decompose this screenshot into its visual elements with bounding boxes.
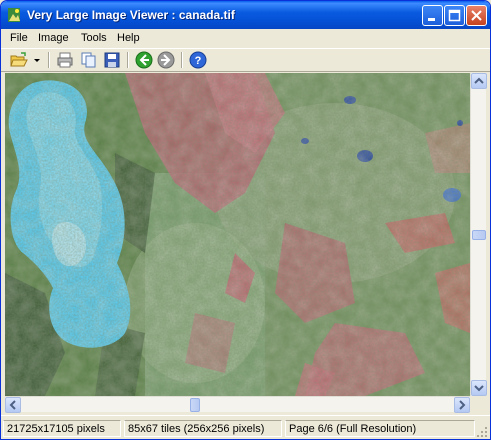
chevron-up-icon [474, 77, 484, 84]
print-button[interactable] [56, 51, 74, 69]
menu-bar: File Image Tools Help [1, 29, 490, 48]
chevron-right-icon [459, 400, 466, 410]
minimize-button[interactable] [422, 5, 443, 26]
copy-button[interactable] [80, 51, 98, 69]
back-button[interactable] [135, 51, 153, 69]
close-button[interactable] [466, 5, 487, 26]
scroll-down-button[interactable] [471, 380, 487, 396]
dropdown-arrow-icon [34, 59, 40, 62]
chevron-left-icon [9, 400, 16, 410]
menu-file[interactable]: File [10, 32, 28, 44]
status-bar: 21725x17105 pixels 85x67 tiles (256x256 … [1, 415, 490, 439]
menu-image[interactable]: Image [38, 32, 69, 44]
scroll-left-button[interactable] [5, 397, 21, 413]
satellite-image [5, 73, 470, 396]
save-button[interactable] [103, 51, 121, 69]
toolbar: ? [1, 48, 490, 72]
open-button[interactable] [10, 51, 28, 69]
copy-icon [81, 52, 96, 68]
horizontal-scroll-thumb[interactable] [190, 398, 200, 412]
close-icon [471, 10, 482, 21]
open-folder-icon [10, 52, 28, 67]
back-icon [135, 51, 153, 69]
status-dimensions: 21725x17105 pixels [3, 420, 121, 437]
minimize-icon [428, 18, 435, 21]
resize-grip-icon[interactable] [476, 426, 488, 438]
save-icon [104, 52, 120, 68]
image-viewport[interactable] [5, 73, 470, 396]
viewer-app-icon [8, 8, 20, 22]
print-icon [57, 52, 73, 68]
chevron-down-icon [474, 385, 484, 392]
scrollbar-corner [470, 396, 486, 412]
scroll-right-button[interactable] [454, 397, 470, 413]
help-icon: ? [189, 51, 207, 69]
forward-button[interactable] [157, 51, 175, 69]
status-page: Page 6/6 (Full Resolution) [285, 420, 475, 437]
scroll-up-button[interactable] [471, 73, 487, 89]
vertical-scrollbar[interactable] [470, 73, 487, 396]
open-dropdown-button[interactable] [32, 51, 42, 69]
help-button[interactable]: ? [189, 51, 207, 69]
menu-tools[interactable]: Tools [81, 32, 107, 44]
main-window: Very Large Image Viewer : canada.tif Fil… [0, 0, 491, 440]
window-title: Very Large Image Viewer : canada.tif [27, 8, 235, 22]
title-bar[interactable]: Very Large Image Viewer : canada.tif [1, 1, 490, 29]
toolbar-separator [181, 52, 183, 68]
horizontal-scrollbar[interactable] [5, 396, 470, 413]
maximize-icon [448, 9, 461, 22]
toolbar-separator [48, 52, 50, 68]
menu-help[interactable]: Help [117, 32, 140, 44]
toolbar-separator [127, 52, 129, 68]
maximize-button[interactable] [444, 5, 465, 26]
vertical-scroll-thumb[interactable] [472, 230, 486, 240]
status-tiles: 85x67 tiles (256x256 pixels) [124, 420, 282, 437]
svg-text:?: ? [195, 55, 202, 67]
forward-icon [157, 51, 175, 69]
